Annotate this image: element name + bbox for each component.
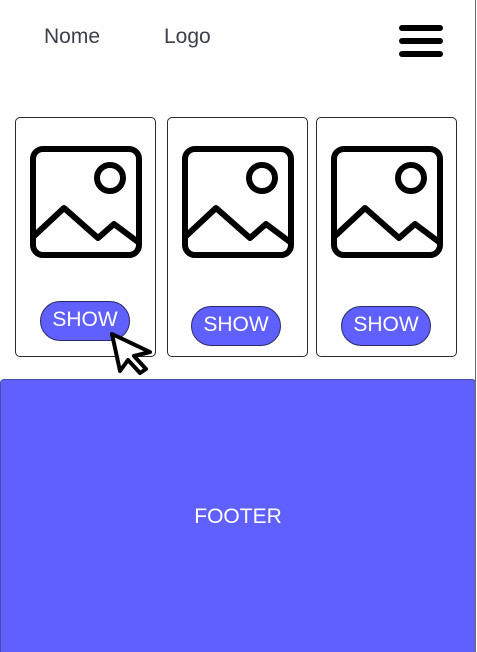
nav-name-link[interactable]: Nome: [44, 24, 100, 50]
nav-logo[interactable]: Logo: [164, 24, 211, 50]
hamburger-menu-icon[interactable]: [399, 25, 443, 58]
footer-label: FOOTER: [194, 505, 282, 528]
card-1: SHOW: [15, 117, 156, 357]
hamburger-bar: [399, 38, 443, 44]
footer: FOOTER: [0, 379, 475, 652]
app-frame: Nome Logo SHOW SHOW SHOW FOOTER: [0, 0, 476, 652]
hamburger-bar: [399, 25, 443, 31]
card-2: SHOW: [167, 117, 308, 357]
hamburger-bar: [399, 51, 443, 57]
image-placeholder-icon: [182, 146, 294, 258]
image-placeholder-icon: [331, 146, 443, 258]
show-button[interactable]: SHOW: [341, 306, 431, 346]
card-3: SHOW: [316, 117, 457, 357]
image-placeholder-icon: [30, 146, 142, 258]
show-button[interactable]: SHOW: [191, 306, 281, 346]
show-button[interactable]: SHOW: [40, 301, 130, 341]
